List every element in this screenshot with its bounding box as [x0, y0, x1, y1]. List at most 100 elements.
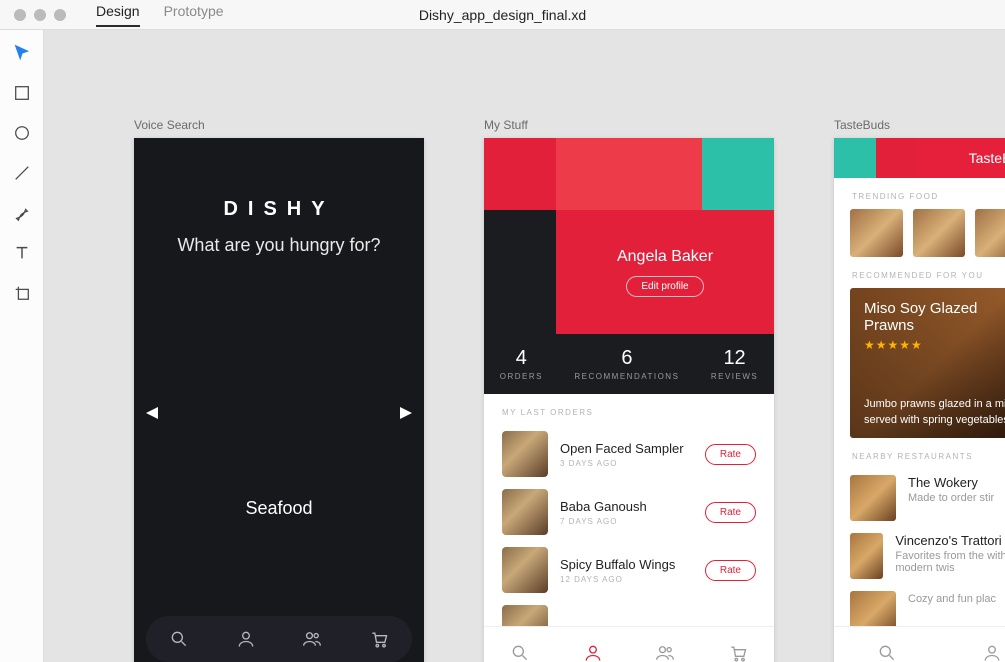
profile-icon[interactable]: [583, 643, 603, 662]
section-label: Nearby Restaurants: [834, 438, 1005, 469]
food-thumb: [502, 431, 548, 477]
artboard-voice-search-wrap: Voice Search DISHY What are you hungry f…: [134, 118, 424, 662]
design-canvas[interactable]: Voice Search DISHY What are you hungry f…: [44, 30, 1005, 662]
window-titlebar: Design Prototype Dishy_app_design_final.…: [0, 0, 1005, 30]
stat-label: Recommendations: [574, 372, 679, 381]
artboard-voice-search[interactable]: DISHY What are you hungry for? Seafood: [134, 138, 424, 662]
minimize-icon[interactable]: [34, 9, 46, 21]
header-tile: [834, 138, 876, 178]
stat-value: 6: [574, 347, 679, 370]
order-row[interactable]: Spicy Buffalo Wings 12 days ago Rate: [484, 541, 774, 599]
rate-button[interactable]: Rate: [705, 560, 756, 581]
friends-icon[interactable]: [302, 629, 322, 649]
profile-icon[interactable]: [982, 643, 1002, 662]
stats-bar: 4 Orders 6 Recommendations 12 Reviews: [484, 334, 774, 394]
order-timestamp: 12 days ago: [560, 575, 693, 584]
order-row[interactable]: Baba Ganoush 7 days ago Rate: [484, 483, 774, 541]
order-row[interactable]: Open Faced Sampler 3 days ago Rate: [484, 425, 774, 483]
recommended-hero[interactable]: Miso Soy Glazed Prawns ★★★★★ Jumbo prawn…: [850, 288, 1005, 438]
stat-value: 12: [711, 347, 758, 370]
brand-title: DISHY: [134, 198, 424, 221]
tastebuds-header: TasteBuds: [834, 138, 1005, 178]
artboard-my-stuff[interactable]: Angela Baker Edit profile 4 Orders 6 Recom…: [484, 138, 774, 662]
section-label: Trending Food: [834, 178, 1005, 209]
stat-label: Orders: [500, 372, 543, 381]
edit-profile-button[interactable]: Edit profile: [626, 276, 703, 297]
trending-row: [834, 209, 1005, 257]
hero-title: Miso Soy Glazed Prawns: [864, 300, 1005, 334]
artboard-my-stuff-wrap: My Stuff Angela Baker Edit profile 4 Orde…: [484, 118, 774, 662]
order-timestamp: 7 days ago: [560, 517, 693, 526]
cart-icon[interactable]: [369, 629, 389, 649]
section-label: My Last Orders: [484, 394, 774, 425]
header-tile: [484, 210, 556, 334]
food-thumb: [502, 489, 548, 535]
restaurant-title: Vincenzo's Trattori: [895, 533, 1005, 548]
tool-rail: [0, 30, 44, 662]
close-icon[interactable]: [14, 9, 26, 21]
stat-recommendations: 6 Recommendations: [574, 347, 679, 381]
artboard-tastebuds-wrap: TasteBuds TasteBuds Trending Food Recomm…: [834, 118, 1005, 662]
restaurant-row[interactable]: Vincenzo's Trattori Favorites from the wi…: [834, 527, 1005, 585]
food-thumb: [502, 547, 548, 593]
profile-icon[interactable]: [236, 629, 256, 649]
restaurant-thumb: [850, 533, 883, 579]
stat-reviews: 12 Reviews: [711, 347, 758, 381]
star-rating-icon: ★★★★★: [864, 338, 1005, 352]
artboard-label[interactable]: TasteBuds: [834, 118, 1005, 132]
document-title: Dishy_app_design_final.xd: [419, 7, 586, 23]
header-tile: [556, 138, 702, 210]
profile-panel: Angela Baker Edit profile: [556, 210, 774, 334]
artboard-tool-icon[interactable]: [13, 284, 31, 302]
stat-label: Reviews: [711, 372, 758, 381]
zoom-icon[interactable]: [54, 9, 66, 21]
friends-icon[interactable]: [655, 643, 675, 662]
voice-result: Seafood: [134, 498, 424, 519]
restaurant-title: The Wokery: [908, 475, 994, 490]
stat-orders: 4 Orders: [500, 347, 543, 381]
artboard-label[interactable]: My Stuff: [484, 118, 774, 132]
header-title: TasteBuds: [918, 138, 1005, 178]
tab-prototype[interactable]: Prototype: [164, 3, 224, 27]
order-title: Spicy Buffalo Wings: [560, 557, 693, 572]
section-label: Recommended For You: [834, 257, 1005, 288]
stat-value: 4: [500, 347, 543, 370]
line-tool-icon[interactable]: [13, 164, 31, 182]
restaurant-row[interactable]: The WokeryMade to order stir: [834, 469, 1005, 527]
header-tile: [484, 138, 556, 210]
profile-header: Angela Baker Edit profile: [484, 138, 774, 334]
search-icon[interactable]: [510, 643, 530, 662]
artboard-tastebuds[interactable]: TasteBuds Trending Food Recommended For …: [834, 138, 1005, 662]
user-name: Angela Baker: [617, 248, 713, 266]
search-icon[interactable]: [169, 629, 189, 649]
rate-button[interactable]: Rate: [705, 502, 756, 523]
order-title: Baba Ganoush: [560, 499, 693, 514]
restaurant-thumb: [850, 475, 896, 521]
restaurant-sub: Favorites from the with a modern twis: [895, 550, 1005, 574]
food-thumb[interactable]: [850, 209, 903, 257]
ellipse-tool-icon[interactable]: [13, 124, 31, 142]
artboard-label[interactable]: Voice Search: [134, 118, 424, 132]
food-thumb[interactable]: [975, 209, 1005, 257]
select-tool-icon[interactable]: [13, 44, 31, 62]
bottom-nav: [484, 626, 774, 662]
rate-button[interactable]: Rate: [705, 444, 756, 465]
bottom-nav: [834, 626, 1005, 662]
order-title: Open Faced Sampler: [560, 441, 693, 456]
pen-tool-icon[interactable]: [13, 204, 31, 222]
header-tile: [702, 138, 774, 210]
restaurant-sub: Cozy and fun plac: [908, 593, 996, 605]
search-icon[interactable]: [877, 643, 897, 662]
food-thumb[interactable]: [913, 209, 966, 257]
tab-design[interactable]: Design: [96, 3, 140, 27]
hero-subtitle: Jumbo prawns glazed in a mi served with …: [864, 397, 1005, 428]
voice-prompt: What are you hungry for?: [134, 233, 424, 258]
bottom-nav: [146, 616, 412, 662]
header-tile: [876, 138, 918, 178]
cart-icon[interactable]: [728, 643, 748, 662]
mode-tabs: Design Prototype: [96, 3, 224, 27]
order-timestamp: 3 days ago: [560, 459, 693, 468]
text-tool-icon[interactable]: [13, 244, 31, 262]
rectangle-tool-icon[interactable]: [13, 84, 31, 102]
voice-wave-icon: [134, 373, 424, 453]
